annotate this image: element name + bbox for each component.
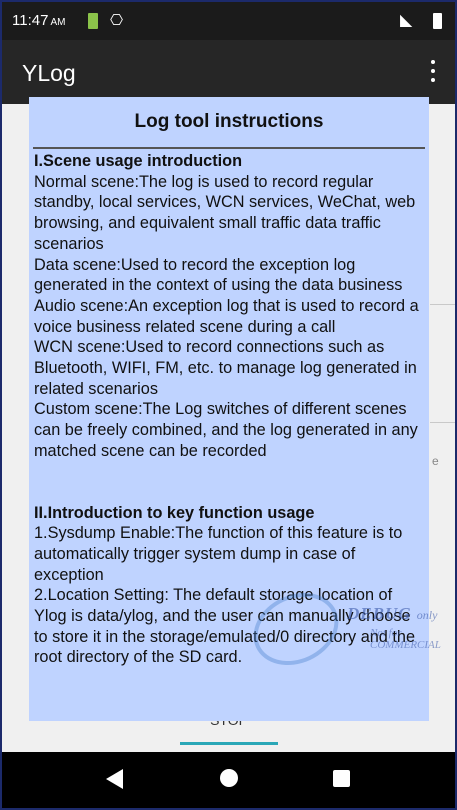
dialog-divider: [33, 147, 425, 149]
battery-icon: [433, 13, 442, 29]
app-title: YLog: [22, 60, 76, 86]
section-heading: I.Scene usage introduction: [34, 152, 243, 170]
recents-icon[interactable]: [333, 770, 350, 787]
dialog-body[interactable]: I.Scene usage introduction Normal scene:…: [34, 151, 424, 668]
usb-debug-icon: ⎔: [110, 12, 124, 29]
function-item: 2.Location Setting: The default storage …: [34, 586, 416, 667]
scene-item: WCN scene:Used to record connections suc…: [34, 338, 417, 398]
battery-saver-icon: [88, 13, 98, 29]
notification-icon: ◣: [400, 12, 413, 29]
divider: [430, 304, 455, 305]
screen: 11:47AM ⎔ ◣ YLog e STOP Log tool instruc…: [0, 0, 457, 810]
scene-item: Custom scene:The Log switches of differe…: [34, 400, 418, 460]
dialog-title: Log tool instructions: [134, 111, 324, 132]
background-text: e: [432, 454, 439, 468]
status-bar: 11:47 AM ⎔ ◣: [2, 2, 455, 40]
app-bar: YLog: [2, 40, 455, 104]
back-icon[interactable]: [106, 769, 123, 789]
status-time: 11:47 AM: [12, 12, 66, 29]
overflow-menu-icon[interactable]: [425, 60, 441, 84]
divider: [430, 422, 455, 423]
home-icon[interactable]: [220, 769, 238, 787]
navigation-bar: [2, 752, 455, 808]
section-heading: II.Introduction to key function usage: [34, 503, 315, 522]
instructions-dialog[interactable]: Log tool instructions I.Scene usage intr…: [29, 97, 429, 721]
scene-item: Data scene:Used to record the exception …: [34, 255, 403, 295]
scene-item: Normal scene:The log is used to record r…: [34, 172, 416, 253]
function-item: 1.Sysdump Enable:The function of this fe…: [34, 524, 403, 584]
scene-item: Audio scene:An exception log that is use…: [34, 296, 419, 336]
